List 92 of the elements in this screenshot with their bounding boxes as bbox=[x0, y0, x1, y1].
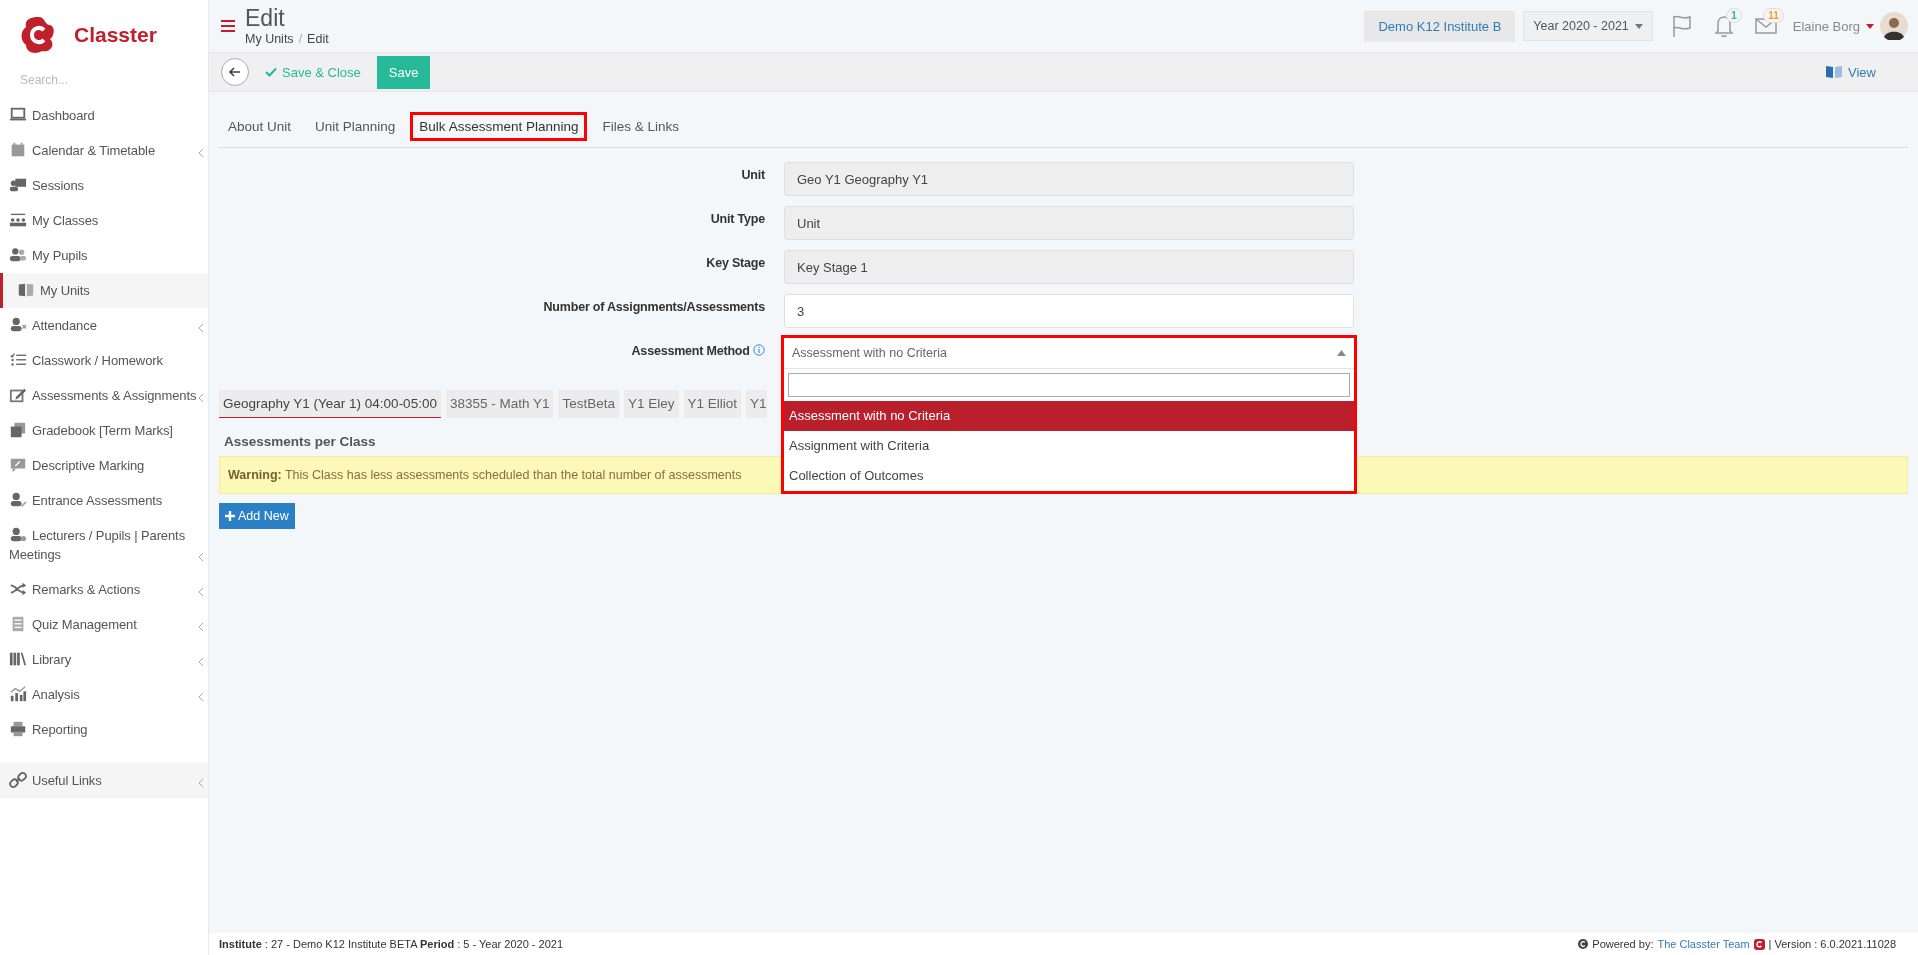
version-text: | Version : 6.0.2021.11028 bbox=[1768, 938, 1896, 950]
sidebar-item[interactable]: Assessments & Assignments bbox=[0, 378, 208, 413]
user-icon bbox=[9, 316, 27, 334]
sidebar-item[interactable]: Sessions bbox=[0, 168, 208, 203]
field-label: Unit bbox=[740, 167, 765, 184]
chart-icon bbox=[9, 685, 27, 703]
logo-icon bbox=[1753, 938, 1765, 950]
brand-name: Classter bbox=[74, 23, 157, 47]
logo-icon bbox=[20, 15, 56, 55]
year-dropdown[interactable]: Year 2020 - 2021 bbox=[1523, 11, 1653, 41]
section-title: Assessments per Class bbox=[224, 434, 376, 449]
sidebar-item[interactable]: Quiz Management bbox=[0, 607, 208, 642]
class-tab[interactable]: Y1 Elliot bbox=[683, 390, 742, 418]
plus-icon bbox=[225, 511, 235, 521]
sidebar-item[interactable]: My Pupils bbox=[0, 238, 208, 273]
sidebar-item[interactable]: Useful Links bbox=[0, 763, 208, 798]
sidebar-item[interactable]: Remarks & Actions bbox=[0, 572, 208, 607]
caret-icon bbox=[1866, 23, 1874, 29]
notification-badge: 1 bbox=[1726, 8, 1742, 23]
link-icon bbox=[9, 771, 27, 789]
team-link[interactable]: The Classter Team bbox=[1657, 938, 1750, 950]
class-tab[interactable]: Y1 Eley bbox=[624, 390, 679, 418]
field-label: Assessment Method bbox=[631, 344, 750, 358]
flag-icon[interactable] bbox=[1670, 14, 1693, 38]
select-field[interactable]: Assessment with no Criteria bbox=[784, 338, 1354, 369]
edit-icon bbox=[9, 386, 27, 404]
field-label: Unit Type bbox=[709, 211, 765, 228]
sidebar-item[interactable]: Entrance Assessments bbox=[0, 483, 208, 518]
breadcrumb-item[interactable]: My Units bbox=[245, 32, 294, 46]
checklist-icon bbox=[9, 351, 27, 369]
presentation-icon bbox=[9, 176, 27, 194]
users-icon bbox=[9, 246, 27, 264]
printer-icon bbox=[9, 720, 27, 738]
user-icon bbox=[9, 526, 27, 544]
search-field[interactable]: Search... bbox=[18, 72, 192, 88]
back-arrow-icon bbox=[229, 67, 241, 77]
message-badge: 11 bbox=[1763, 8, 1784, 23]
institute-button[interactable]: Demo K12 Institute B bbox=[1364, 10, 1516, 42]
class-tab[interactable]: Geography Y1 (Year 1) 04:00-05:00 bbox=[219, 390, 441, 418]
field-label: Number of Assignments/Assessments bbox=[542, 299, 765, 316]
dropdown-option[interactable]: Assessment with no Criteria bbox=[784, 401, 1354, 431]
field-label: Key Stage bbox=[705, 255, 765, 272]
back-button[interactable] bbox=[221, 58, 249, 86]
sidebar-item[interactable]: Classwork / Homework bbox=[0, 343, 208, 378]
footer-info: Institute : 27 - Demo K12 Institute BETA Period : 5 - Year 2020 - 2021 bbox=[219, 938, 564, 950]
sidebar-item[interactable]: Calendar & Timetable bbox=[0, 133, 208, 168]
dropdown-option[interactable]: Collection of Outcomes bbox=[784, 461, 1354, 491]
avatar[interactable] bbox=[1880, 12, 1908, 40]
sidebar-item[interactable]: Gradebook [Term Marks] bbox=[0, 413, 208, 448]
group-icon bbox=[9, 211, 27, 229]
sidebar-item[interactable]: Lecturers / Pupils | Parents Meetings bbox=[0, 518, 208, 572]
sidebar-item[interactable]: My Classes bbox=[0, 203, 208, 238]
warning-message: Warning: This Class has less assessments scheduled than the total number of assessments bbox=[228, 468, 742, 482]
calendar-icon bbox=[9, 141, 27, 159]
add-new-button[interactable]: Add New bbox=[219, 503, 295, 529]
breadcrumb-separator: / bbox=[298, 32, 303, 46]
bell-icon[interactable] bbox=[1713, 14, 1734, 38]
dropdown-search-field[interactable] bbox=[788, 373, 1350, 397]
caret-icon bbox=[1337, 350, 1346, 356]
readonly-field: Unit bbox=[784, 206, 1354, 240]
dropdown-option[interactable]: Assignment with Criteria bbox=[784, 431, 1354, 461]
readonly-field: Key Stage 1 bbox=[784, 250, 1354, 284]
sidebar-item[interactable]: Library bbox=[0, 642, 208, 677]
input-field[interactable]: 3 bbox=[784, 294, 1354, 328]
library-icon bbox=[9, 650, 27, 668]
powered-by-text: Powered by: bbox=[1592, 938, 1654, 950]
shuffle-icon bbox=[9, 580, 27, 598]
tab[interactable]: About Unit bbox=[219, 112, 301, 141]
check-icon bbox=[265, 67, 277, 77]
caret-icon bbox=[1634, 23, 1643, 29]
info-icon[interactable] bbox=[753, 344, 765, 356]
readonly-field: Geo Y1 Geography Y1 bbox=[784, 162, 1354, 196]
sidebar-item[interactable]: Analysis bbox=[0, 677, 208, 712]
class-tab[interactable]: 38355 - Math Y1 bbox=[445, 390, 554, 418]
tab[interactable]: Files & Links bbox=[593, 112, 688, 141]
sidebar-item[interactable]: My Units bbox=[0, 273, 208, 308]
tab[interactable]: Bulk Assessment Planning bbox=[410, 112, 588, 141]
menu-icon[interactable] bbox=[221, 20, 235, 32]
class-tab[interactable]: Y1 bbox=[746, 390, 767, 418]
user-icon bbox=[9, 491, 27, 509]
tab[interactable]: Unit Planning bbox=[306, 112, 405, 141]
envelope-icon[interactable] bbox=[1754, 17, 1777, 35]
breadcrumb-item: Edit bbox=[307, 32, 329, 46]
comment-icon bbox=[9, 456, 27, 474]
page-title: Edit bbox=[245, 6, 286, 30]
sidebar-item[interactable]: Reporting bbox=[0, 712, 208, 747]
view-link[interactable]: View bbox=[1825, 64, 1876, 80]
sidebar-item[interactable]: Dashboard bbox=[0, 98, 208, 133]
copyright-icon bbox=[1578, 939, 1589, 949]
sidebar-item[interactable]: Attendance bbox=[0, 308, 208, 343]
class-tab[interactable]: TestBeta bbox=[558, 390, 619, 418]
sidebar-item[interactable]: Descriptive Marking bbox=[0, 448, 208, 483]
